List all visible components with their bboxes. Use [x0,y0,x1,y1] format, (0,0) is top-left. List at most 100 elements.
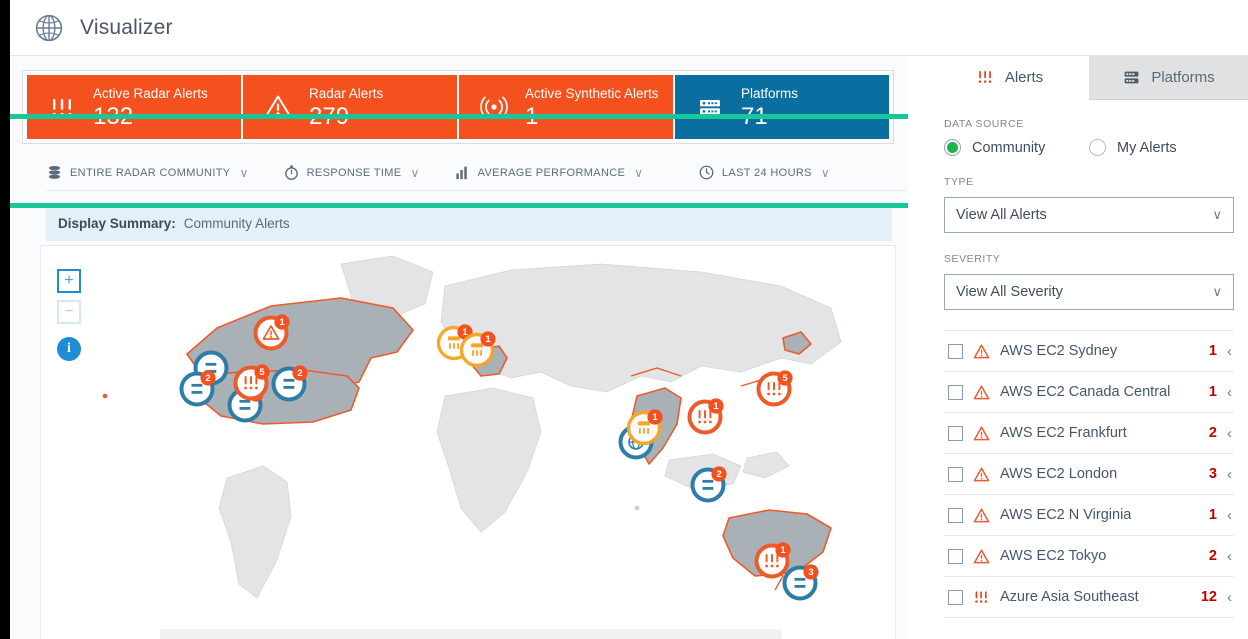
alert-name: AWS EC2 Frankfurt [1000,425,1127,441]
alert-name: AWS EC2 Sydney [1000,343,1118,359]
tab-label: Alerts [1004,69,1044,86]
svg-text:5: 5 [782,373,788,384]
stat-value: 1 [525,102,539,130]
stat-card-radar-alerts[interactable]: Radar Alerts 279 [243,75,459,139]
alert-list-item[interactable]: AWS EC2 Tokyo 2 ‹ [944,536,1234,577]
filter-label: AVERAGE PERFORMANCE [477,166,626,179]
severity-select-value: View All Severity [956,284,1063,300]
map-canvas[interactable]: 2 2 2 3 1 5 5 1 1 1 1 1 + − i [41,246,895,639]
alert-list-item[interactable]: AWS EC2 Canada Central 1 ‹ [944,372,1234,413]
alert-count: 3 [1208,466,1217,482]
svg-text:3: 3 [808,567,813,578]
chevron-left-icon: ‹ [1227,465,1232,483]
filter-label: RESPONSE TIME [306,166,402,179]
right-panel: Alerts Platforms DATA SOURCE Community M… [908,56,1248,639]
radio-icon[interactable] [1089,139,1106,156]
warning-triangle-icon [973,343,990,360]
svg-text:1: 1 [713,401,719,412]
svg-text:1: 1 [485,334,491,345]
svg-text:1: 1 [279,317,285,328]
warning-triangle-icon [973,425,990,442]
radar-alert-icon [976,68,995,87]
display-summary-value: Community Alerts [183,215,290,231]
tab-alerts[interactable]: Alerts [930,56,1089,100]
radio-option-my-alerts[interactable]: My Alerts [1089,139,1234,156]
chevron-down-icon: ∨ [410,165,420,180]
synthetic-signal-icon [477,90,511,124]
svg-text:1: 1 [780,545,786,556]
svg-text:1: 1 [652,412,658,423]
alert-checkbox[interactable] [948,384,963,400]
filter-response-time[interactable]: RESPONSE TIME ∨ [283,164,420,181]
stat-card-platforms[interactable]: Platforms 71 [675,75,889,139]
filter-average-performance[interactable]: AVERAGE PERFORMANCE ∨ [454,164,644,181]
display-summary-bar: Display Summary: Community Alerts [46,205,892,241]
info-icon[interactable]: i [57,337,81,361]
chevron-down-icon: ∨ [820,165,830,180]
alert-count: 1 [1208,384,1217,400]
filter-entire-radar-community[interactable]: ENTIRE RADAR COMMUNITY ∨ [46,164,249,181]
filter-last-24-hours[interactable]: LAST 24 HOURS ∨ [698,164,830,181]
stat-value: 132 [93,102,134,130]
alert-list-item[interactable]: AWS EC2 N Virginia 1 ‹ [944,495,1234,536]
app-header: Visualizer [10,0,1248,56]
tab-label: Platforms [1151,69,1215,86]
chevron-left-icon: ‹ [1227,588,1232,606]
alert-list-item[interactable]: AWS EC2 London 3 ‹ [944,454,1234,495]
stat-label: Active Synthetic Alerts [525,85,659,101]
stat-value: 71 [741,102,768,130]
warning-triangle-icon [973,384,990,401]
alert-checkbox[interactable] [948,507,963,523]
warning-triangle-icon [973,507,990,524]
warning-triangle-icon [261,90,295,124]
severity-select[interactable]: View All Severity ∨ [944,274,1234,310]
chevron-left-icon: ‹ [1227,342,1232,360]
world-map-panel[interactable]: 2 2 2 3 1 5 5 1 1 1 1 1 + − i [40,245,896,639]
alert-list: AWS EC2 Sydney 1 ‹ AWS EC2 Canada Central 1 ‹… [944,330,1234,618]
chevron-left-icon: ‹ [1227,547,1232,565]
chevron-left-icon: ‹ [1227,424,1232,442]
alert-checkbox[interactable] [948,548,963,564]
stat-label: Platforms [741,85,799,101]
stat-value: 279 [309,102,350,130]
alert-checkbox[interactable] [948,343,963,359]
page-title: Visualizer [80,15,173,39]
stat-text: Platforms 71 [741,85,798,130]
svg-text:5: 5 [259,367,265,378]
server-icon [1122,68,1141,87]
stats-strip: Active Radar Alerts 132 Radar Alerts 279… [22,70,894,144]
type-select[interactable]: View All Alerts ∨ [944,197,1234,233]
alert-name: AWS EC2 Tokyo [1000,548,1107,564]
globe-icon [34,13,64,43]
alert-list-item[interactable]: Azure Asia Southeast 12 ‹ [944,577,1234,618]
alert-list-item[interactable]: AWS EC2 Sydney 1 ‹ [944,331,1234,372]
radar-alert-icon [973,589,990,606]
server-icon [693,90,727,124]
tab-platforms[interactable]: Platforms [1089,56,1248,100]
display-summary-label: Display Summary: [58,215,176,231]
map-controls[interactable]: + − i [57,269,81,361]
stopwatch-icon [283,164,300,181]
alert-count: 2 [1208,548,1217,564]
app-root: Visualizer Active Radar Alerts 132 Radar… [0,0,1248,639]
left-gutter [0,0,10,639]
radio-option-community[interactable]: Community [944,139,1089,156]
type-select-value: View All Alerts [956,207,1047,223]
page-surface: Visualizer Active Radar Alerts 132 Radar… [10,0,1248,639]
alert-checkbox[interactable] [948,589,963,605]
stat-text: Active Synthetic Alerts 1 [525,85,659,130]
svg-text:2: 2 [297,368,302,379]
alert-name: Azure Asia Southeast [1000,589,1139,605]
alert-checkbox[interactable] [948,466,963,482]
alert-list-item[interactable]: AWS EC2 Frankfurt 2 ‹ [944,413,1234,454]
zoom-out-button[interactable]: − [57,300,81,324]
radio-icon-selected[interactable] [944,139,961,156]
data-source-label: DATA SOURCE [944,118,1024,130]
chevron-down-icon: ∨ [239,165,249,180]
stat-card-active-radar-alerts[interactable]: Active Radar Alerts 132 [27,75,243,139]
alert-checkbox[interactable] [948,425,963,441]
zoom-in-button[interactable]: + [57,269,81,293]
warning-triangle-icon [973,466,990,483]
map-marker-layer[interactable]: 2 2 2 3 1 5 5 1 1 1 1 1 [41,246,896,639]
stat-card-active-synthetic-alerts[interactable]: Active Synthetic Alerts 1 [459,75,675,139]
